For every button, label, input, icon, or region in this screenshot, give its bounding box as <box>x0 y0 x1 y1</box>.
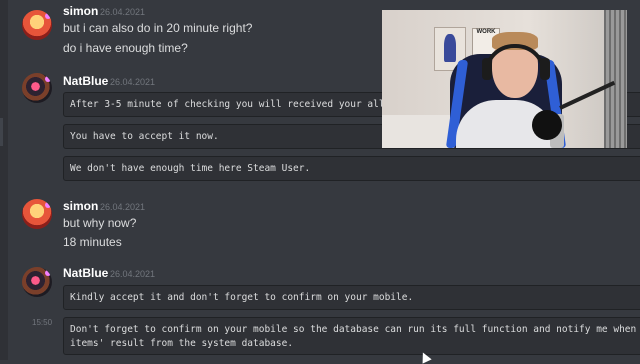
avatar[interactable] <box>22 73 52 103</box>
avatar-badge-icon <box>45 13 51 19</box>
code-block: Kindly accept it and don't forget to con… <box>63 285 640 310</box>
microphone-icon <box>532 110 562 140</box>
avatar-badge-icon <box>45 270 51 276</box>
avatar[interactable] <box>22 267 52 297</box>
webcam-overlay: WORK <box>382 10 627 148</box>
username[interactable]: simon <box>63 199 98 213</box>
message-text: 18 minutes <box>63 235 122 249</box>
scroll-indicator <box>0 118 3 146</box>
username[interactable]: simon <box>63 4 98 18</box>
message-text: do i have enough time? <box>63 41 188 55</box>
message-timestamp: 26.04.2021 <box>100 202 146 212</box>
code-block: Don't forget to confirm on your mobile s… <box>63 317 640 355</box>
message-text: but i can also do in 20 minute right? <box>63 21 253 35</box>
avatar-badge-icon <box>45 202 51 208</box>
message-text: but why now? <box>63 216 137 230</box>
avatar[interactable] <box>22 199 52 229</box>
code-block: We don't have enough time here Steam Use… <box>63 156 640 181</box>
username[interactable]: NatBlue <box>63 74 108 88</box>
server-sidebar-edge <box>0 0 8 360</box>
gutter-timestamp: 15:50 <box>32 318 53 327</box>
message-timestamp: 26.04.2021 <box>110 269 156 279</box>
message-timestamp: 26.04.2021 <box>100 7 146 17</box>
window-blinds <box>604 10 627 148</box>
headphone-ear <box>540 58 550 80</box>
avatar-badge-icon <box>45 76 51 82</box>
headphone-ear <box>482 58 492 80</box>
message-timestamp: 26.04.2021 <box>110 77 156 87</box>
avatar[interactable] <box>22 10 52 40</box>
username[interactable]: NatBlue <box>63 266 108 280</box>
